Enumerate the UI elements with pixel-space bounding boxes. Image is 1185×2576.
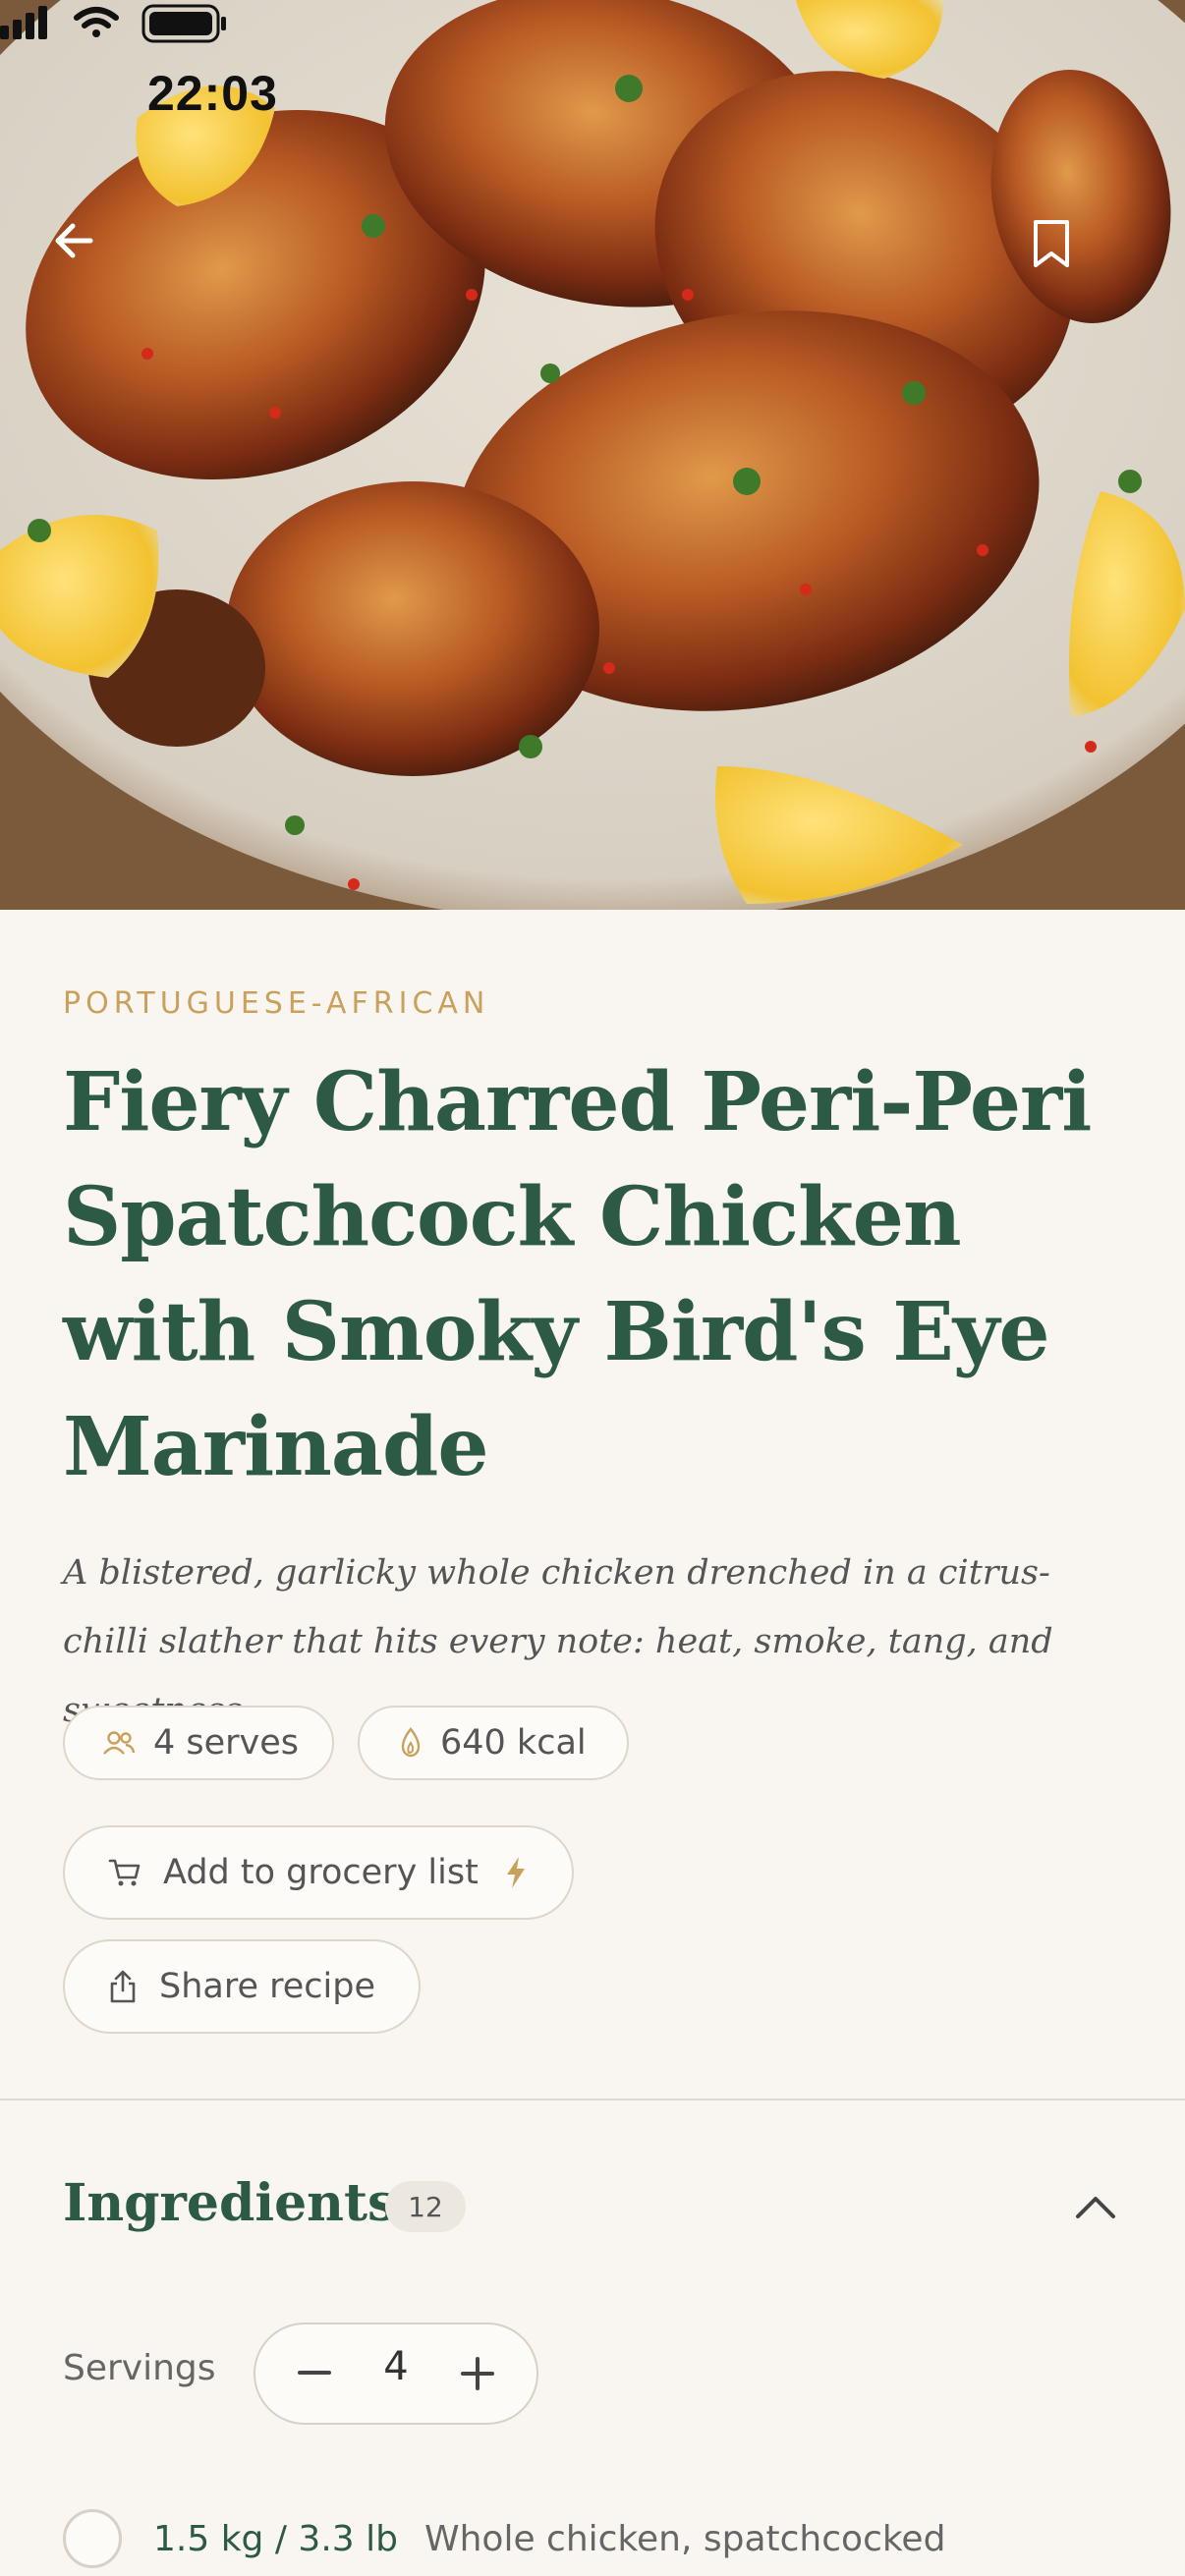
cart-icon (108, 1858, 141, 1887)
servings-label: Servings (63, 2348, 216, 2388)
servings-value: 4 (383, 2344, 409, 2389)
back-arrow-icon (55, 223, 93, 258)
chevron-up-icon (1076, 2197, 1115, 2218)
ingredient-name: Whole chicken, spatchcocked (424, 2519, 946, 2559)
cellular-signal-icon (0, 6, 47, 39)
recipe-title: Fiery Charred Peri-Peri Spatchcock Chick… (63, 1055, 1092, 1494)
share-recipe-button[interactable]: Share recipe (63, 1939, 421, 2034)
ingredient-checkbox[interactable] (63, 2509, 122, 2568)
share-label: Share recipe (159, 1967, 375, 2006)
collapse-ingredients-button[interactable] (1061, 2177, 1130, 2236)
add-to-grocery-list-button[interactable]: Add to grocery list (63, 1825, 574, 1920)
bookmark-icon (1034, 220, 1069, 267)
wifi-icon (74, 7, 119, 37)
serves-badge: 4 serves (63, 1706, 334, 1780)
grocery-label: Add to grocery list (163, 1853, 479, 1892)
calories-badge: 640 kcal (358, 1706, 629, 1780)
battery-icon (141, 4, 226, 43)
serves-text: 4 serves (153, 1723, 300, 1763)
ingredient-item[interactable]: 1.5 kg / 3.3 lb Whole chicken, spatchcoc… (63, 2499, 1144, 2568)
ingredients-heading: Ingredients (63, 2173, 397, 2233)
hero-image: 22:03 (0, 0, 1185, 910)
section-divider (0, 2099, 1185, 2100)
flame-icon (399, 1727, 423, 1759)
plus-icon (461, 2357, 494, 2390)
servings-stepper: 4 (254, 2323, 538, 2425)
ingredients-count-badge: 12 (385, 2181, 466, 2232)
ingredient-quantity: 1.5 kg / 3.3 lb (153, 2519, 398, 2559)
people-icon (102, 1730, 136, 1756)
cuisine-label: PORTUGUESE-AFRICAN (63, 986, 490, 1021)
status-icons (0, 4, 226, 43)
increase-servings-button[interactable] (448, 2346, 507, 2401)
decrease-servings-button[interactable] (285, 2346, 344, 2401)
back-button[interactable] (51, 218, 149, 316)
minus-icon (298, 2371, 331, 2375)
calories-text: 640 kcal (440, 1723, 587, 1763)
bolt-icon (504, 1856, 528, 1889)
status-time: 22:03 (147, 66, 278, 121)
bookmark-button[interactable] (1032, 218, 1130, 316)
share-icon (108, 1969, 138, 2004)
status-bar: 22:03 (0, 0, 1185, 187)
